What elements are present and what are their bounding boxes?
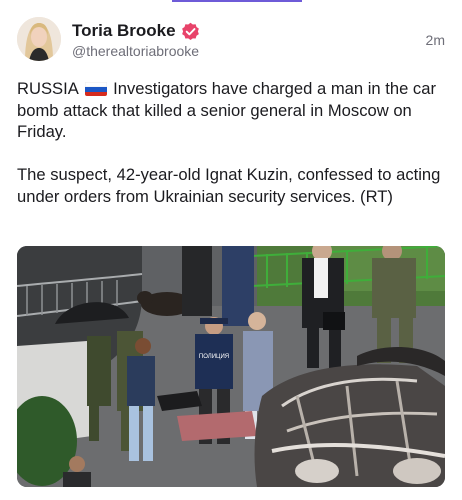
post-text: RUSSIA Investigators have charged a man … <box>17 78 445 207</box>
avatar[interactable] <box>17 17 61 61</box>
post-timestamp[interactable]: 2m <box>426 32 445 48</box>
post-text-prefix: RUSSIA <box>17 79 78 98</box>
police-jacket-text: ПОЛИЦИЯ <box>199 354 229 360</box>
author-handle[interactable]: @therealtoriabrooke <box>72 43 199 59</box>
post-header: Toria Brooke @therealtoriabrooke 2m <box>17 15 445 65</box>
post-card[interactable]: Toria Brooke @therealtoriabrooke 2m RUSS… <box>0 0 462 500</box>
russia-flag-icon <box>84 81 107 96</box>
post-text-para1-rest: Investigators have charged a man in the … <box>17 79 436 141</box>
scene-illustration: ПОЛИЦИЯ <box>17 246 445 487</box>
post-image[interactable]: ПОЛИЦИЯ <box>17 246 445 487</box>
verified-badge-icon <box>181 22 199 40</box>
author-name[interactable]: Toria Brooke <box>72 21 176 41</box>
top-accent-bar <box>172 0 302 2</box>
post-paragraph-2: The suspect, 42-year-old Ignat Kuzin, co… <box>17 165 441 206</box>
post-paragraph-1: RUSSIA Investigators have charged a man … <box>17 78 445 143</box>
